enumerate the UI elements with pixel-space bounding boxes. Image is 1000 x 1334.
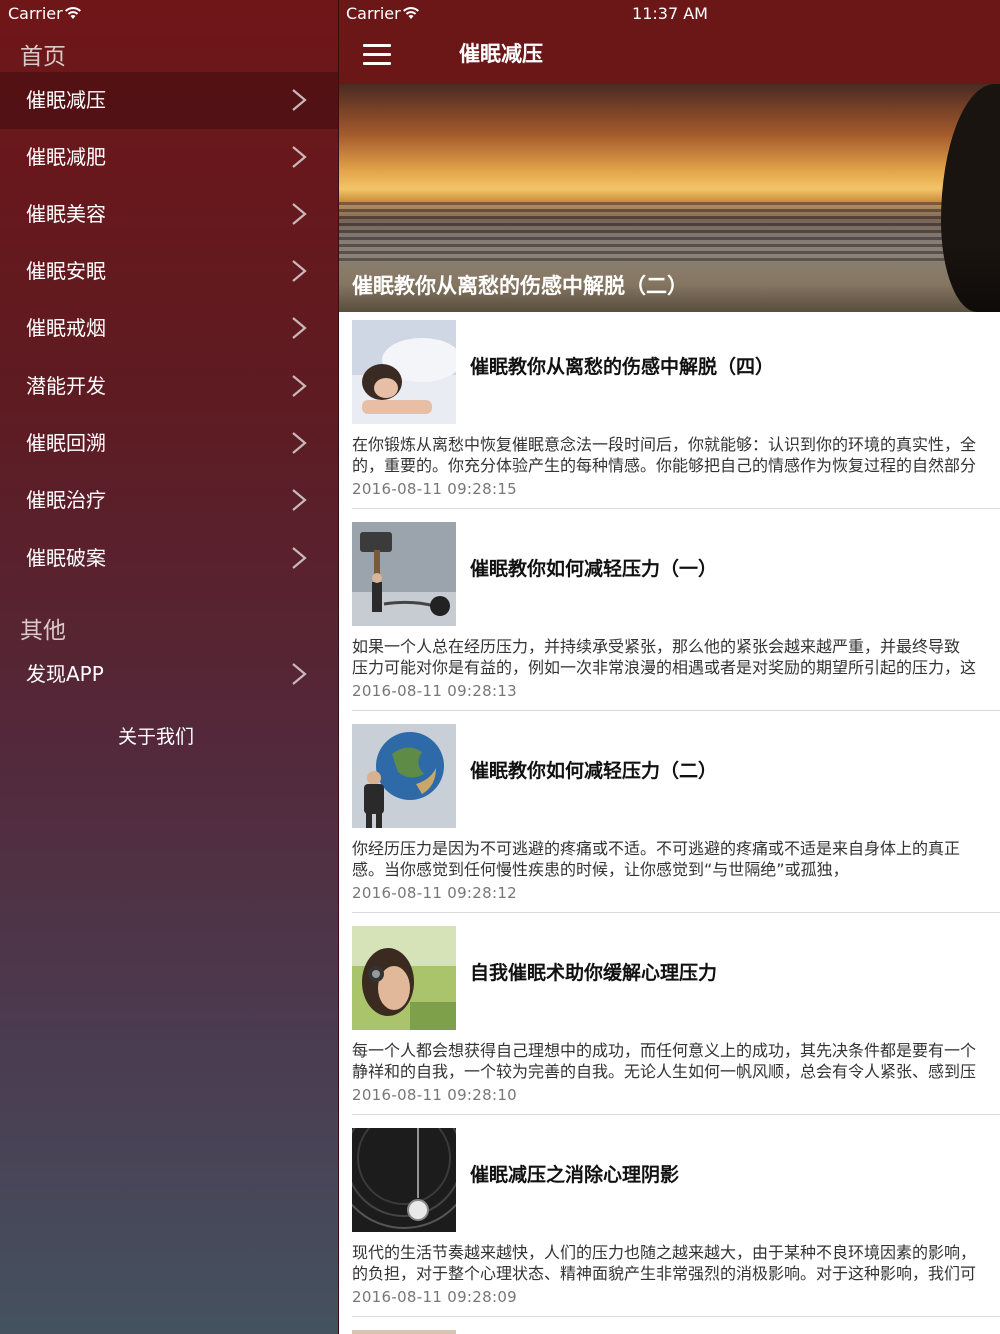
page-title: 催眠减压 [459,42,543,66]
summary-line: 感。当你感觉到任何慢性疾患的时候，让你感觉到“与世隔绝”或孤独， [352,860,849,879]
hammer-chain-thumbnail [352,522,456,626]
woman-headphones-thumbnail [352,926,456,1030]
menu-item-cuimian-jianya[interactable]: 催眠减压 [0,72,338,129]
divider [352,710,1000,711]
summary-line: 的负担，对于整个心理状态、精神面貌产生非常强烈的消极影响。对于这种影响，我们可 [352,1264,977,1283]
article-summary: 现代的生活节奏越来越快，人们的压力也随之越来越大，由于某种不良环境因素的影响， … [352,1242,1000,1284]
article-summary: 每一个人都会想获得自己理想中的成功，而任何意义上的成功，其先决条件都是要有一个 … [352,1040,1000,1082]
menu-item-cuimian-anmian[interactable]: 催眠安眠 [0,243,338,300]
summary-line: 的，重要的。你充分体验产生的每种情感。你能够把自己的情感作为恢复过程的自然部分 [352,456,977,475]
summary-line: 静祥和的自我，一个较为完善的自我。无论人生如何一帆风顺，总会有令人紧张、感到压 [352,1062,977,1081]
article-date: 2016-08-11 09:28:13 [352,682,518,700]
menu-item-label: 催眠减压 [26,88,106,112]
navigation-bar: Carrier 11:37 AM 催眠减压 [339,0,1000,84]
menu-item-cuimian-meirong[interactable]: 催眠美容 [0,186,338,243]
summary-line: 压力可能对你是有益的，例如一次非常浪漫的相遇或者是对奖励的期望所引起的压力，这 [352,658,977,677]
side-menu: Carrier 首页 催眠减压 催眠减肥 催眠美容 催眠安眠 催眠戒烟 潜能开发… [0,0,338,1334]
menu-section-home: 首页 [20,44,66,70]
article-item-partial[interactable] [339,1322,1000,1334]
menu-item-discover-app[interactable]: 发现APP [0,646,338,703]
menu-item-label: 催眠减肥 [26,145,106,169]
menu-item-label: 催眠戒烟 [26,316,106,340]
chevron-right-icon [292,317,307,339]
menu-item-cuimian-poan[interactable]: 催眠破案 [0,530,338,587]
article-date: 2016-08-11 09:28:15 [352,480,518,498]
sleeping-woman-thumbnail [352,320,456,424]
about-us-link[interactable]: 关于我们 [0,722,312,749]
menu-item-qianneng-kaifa[interactable]: 潜能开发 [0,358,338,415]
summary-line: 如果一个人总在经历压力，并持续承受紧张，那么他的紧张会越来越严重，并最终导致 [352,637,961,656]
article-title: 催眠教你如何减轻压力（二） [470,760,718,782]
divider [352,1114,1000,1115]
chevron-right-icon [292,432,307,454]
partial-thumbnail [352,1330,456,1334]
menu-item-cuimian-jianfei[interactable]: 催眠减肥 [0,129,338,186]
menu-item-label: 催眠回溯 [26,431,106,455]
menu-item-label: 催眠治疗 [26,488,106,512]
banner-title: 催眠教你从离愁的伤感中解脱（二） [352,274,688,298]
chevron-right-icon [292,146,307,168]
article-item[interactable]: 催眠教你如何减轻压力（一） 如果一个人总在经历压力，并持续承受紧张，那么他的紧张… [339,514,1000,716]
menu-item-label: 发现APP [26,662,104,686]
article-date: 2016-08-11 09:28:09 [352,1288,518,1306]
article-summary: 如果一个人总在经历压力，并持续承受紧张，那么他的紧张会越来越严重，并最终导致 压… [352,636,1000,678]
article-item[interactable]: 催眠教你从离愁的伤感中解脱（四） 在你锻炼从离愁中恢复催眠意念法一段时间后，你就… [339,312,1000,514]
menu-item-label: 潜能开发 [26,374,106,398]
hamburger-menu-icon[interactable] [363,44,391,66]
menu-item-label: 催眠安眠 [26,259,106,283]
article-date: 2016-08-11 09:28:10 [352,1086,518,1104]
chevron-right-icon [292,203,307,225]
article-title: 催眠教你从离愁的伤感中解脱（四） [470,356,775,378]
summary-line: 在你锻炼从离愁中恢复催眠意念法一段时间后，你就能够：认识到你的环境的真实性，全 [352,435,977,454]
menu-item-label: 催眠美容 [26,202,106,226]
article-summary: 在你锻炼从离愁中恢复催眠意念法一段时间后，你就能够：认识到你的环境的真实性，全 … [352,434,1000,476]
status-bar-left: Carrier [0,0,338,28]
divider [352,912,1000,913]
menu-section-other: 其他 [20,618,66,644]
status-time: 11:37 AM [632,4,708,23]
chevron-right-icon [292,489,307,511]
pocket-watch-thumbnail [352,1128,456,1232]
man-carrying-globe-thumbnail [352,724,456,828]
menu-item-cuimian-zhiliao[interactable]: 催眠治疗 [0,472,338,529]
divider [352,508,1000,509]
chevron-right-icon [292,375,307,397]
summary-line: 你经历压力是因为不可逃避的疼痛或不适。不可逃避的疼痛或不适是来自身体上的真正 [352,839,961,858]
chevron-right-icon [292,89,307,111]
wifi-icon [65,7,81,19]
article-date: 2016-08-11 09:28:12 [352,884,518,902]
article-item[interactable]: 催眠减压之消除心理阴影 现代的生活节奏越来越快，人们的压力也随之越来越大，由于某… [339,1120,1000,1322]
chevron-right-icon [292,547,307,569]
chevron-right-icon [292,663,307,685]
carrier-label: Carrier [8,4,63,23]
article-item[interactable]: 自我催眠术助你缓解心理压力 每一个人都会想获得自己理想中的成功，而任何意义上的成… [339,918,1000,1120]
menu-item-cuimian-huisu[interactable]: 催眠回溯 [0,415,338,472]
summary-line: 现代的生活节奏越来越快，人们的压力也随之越来越大，由于某种不良环境因素的影响， [352,1243,977,1262]
article-title: 自我催眠术助你缓解心理压力 [470,962,718,984]
article-title: 催眠减压之消除心理阴影 [470,1164,680,1186]
divider [352,1316,1000,1317]
article-title: 催眠教你如何减轻压力（一） [470,558,718,580]
summary-line: 每一个人都会想获得自己理想中的成功，而任何意义上的成功，其先决条件都是要有一个 [352,1041,977,1060]
main-panel: Carrier 11:37 AM 催眠减压 催眠教你从离愁的伤感中解脱（二） 催… [338,0,1000,1334]
article-item[interactable]: 催眠教你如何减轻压力（二） 你经历压力是因为不可逃避的疼痛或不适。不可逃避的疼痛… [339,716,1000,918]
menu-item-cuimian-jieyan[interactable]: 催眠戒烟 [0,300,338,357]
featured-banner[interactable]: 催眠教你从离愁的伤感中解脱（二） [339,84,1000,312]
chevron-right-icon [292,260,307,282]
article-summary: 你经历压力是因为不可逃避的疼痛或不适。不可逃避的疼痛或不适是来自身体上的真正 感… [352,838,1000,880]
menu-item-label: 催眠破案 [26,546,106,570]
